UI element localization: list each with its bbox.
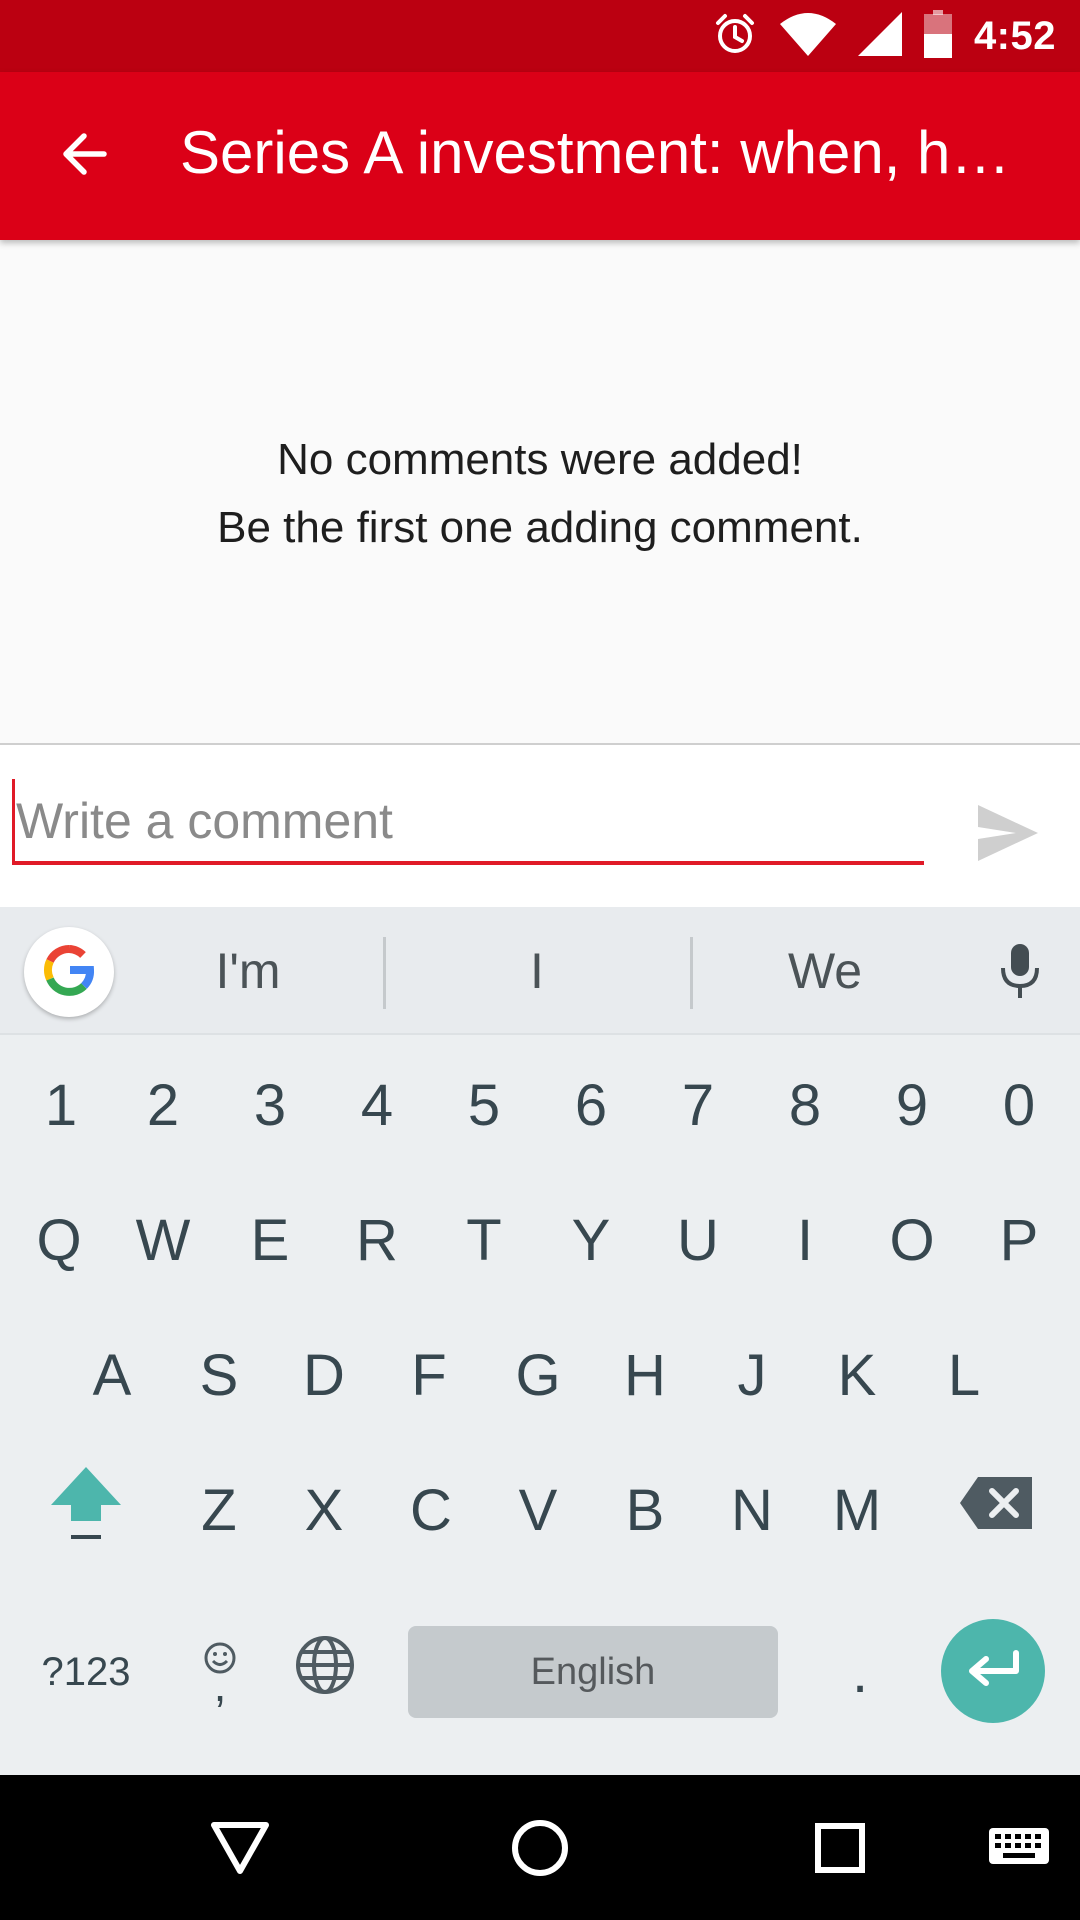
google-icon [42, 943, 96, 1002]
suggestion-strip: I'm I We [0, 907, 1080, 1035]
suggestion-1[interactable]: I'm [148, 935, 348, 1007]
key-b[interactable]: B [604, 1460, 686, 1560]
key-u[interactable]: U [657, 1190, 739, 1290]
comma-label: , [213, 1659, 227, 1711]
google-button[interactable] [24, 927, 114, 1017]
back-triangle-icon [210, 1821, 270, 1880]
key-c[interactable]: C [390, 1460, 472, 1560]
soft-keyboard: I'm I We 1 2 3 4 5 6 7 8 9 0 Q W E R T Y… [0, 907, 1080, 1775]
key-k[interactable]: K [816, 1325, 898, 1425]
nav-home-button[interactable] [495, 1805, 585, 1895]
navigation-bar [0, 1775, 1080, 1920]
key-4[interactable]: 4 [336, 1055, 418, 1155]
text-cursor [12, 779, 15, 861]
arrow-back-icon [58, 128, 110, 185]
key-7[interactable]: 7 [657, 1055, 739, 1155]
keyboard-icon [987, 1826, 1051, 1875]
key-q[interactable]: Q [18, 1190, 100, 1290]
key-8[interactable]: 8 [764, 1055, 846, 1155]
empty-state-line-1: No comments were added! [277, 435, 803, 484]
key-y[interactable]: Y [550, 1190, 632, 1290]
nav-recents-button[interactable] [795, 1805, 885, 1895]
home-circle-icon [510, 1818, 570, 1883]
wifi-icon [779, 12, 836, 61]
comma-key[interactable]: , [180, 1607, 260, 1723]
key-6[interactable]: 6 [550, 1055, 632, 1155]
voice-input-button[interactable] [990, 943, 1050, 1003]
suggestion-divider [690, 937, 693, 1009]
enter-key[interactable] [941, 1619, 1045, 1723]
language-key[interactable] [282, 1629, 368, 1715]
app-bar: Series A investment: when, how and why? [0, 72, 1080, 240]
symbols-key[interactable]: ?123 [28, 1626, 144, 1718]
comment-bar [0, 743, 1080, 907]
key-t[interactable]: T [443, 1190, 525, 1290]
key-0[interactable]: 0 [978, 1055, 1060, 1155]
battery-icon [923, 9, 952, 63]
back-button[interactable] [40, 112, 128, 200]
send-button[interactable] [966, 793, 1050, 877]
status-icons: 4:52 [712, 0, 1056, 72]
signal-icon [857, 11, 902, 61]
recents-square-icon [814, 1822, 866, 1879]
comment-input[interactable] [12, 781, 924, 865]
key-f[interactable]: F [388, 1325, 470, 1425]
key-p[interactable]: P [978, 1190, 1060, 1290]
suggestion-divider [383, 937, 386, 1009]
key-1[interactable]: 1 [20, 1055, 102, 1155]
send-icon [976, 803, 1040, 868]
key-5[interactable]: 5 [443, 1055, 525, 1155]
microphone-icon [998, 942, 1042, 1005]
shift-key[interactable] [40, 1460, 132, 1560]
emoji-icon [203, 1622, 237, 1674]
key-r[interactable]: R [336, 1190, 418, 1290]
key-x[interactable]: X [283, 1460, 365, 1560]
key-h[interactable]: H [604, 1325, 686, 1425]
suggestion-2[interactable]: I [437, 935, 637, 1007]
nav-keyboard-button[interactable] [974, 1805, 1064, 1895]
key-3[interactable]: 3 [229, 1055, 311, 1155]
key-9[interactable]: 9 [871, 1055, 953, 1155]
nav-back-button[interactable] [195, 1805, 285, 1895]
key-n[interactable]: N [711, 1460, 793, 1560]
key-e[interactable]: E [229, 1190, 311, 1290]
key-i[interactable]: I [764, 1190, 846, 1290]
page-title: Series A investment: when, how and why? [180, 119, 1040, 186]
key-2[interactable]: 2 [122, 1055, 204, 1155]
key-d[interactable]: D [283, 1325, 365, 1425]
key-g[interactable]: G [497, 1325, 579, 1425]
key-l[interactable]: L [923, 1325, 1005, 1425]
status-time: 4:52 [973, 13, 1056, 58]
suggestion-3[interactable]: We [725, 935, 925, 1007]
empty-state-line-2: Be the first one adding comment. [217, 503, 863, 552]
key-v[interactable]: V [497, 1460, 579, 1560]
status-bar: 4:52 [0, 0, 1080, 72]
alarm-icon [712, 11, 758, 62]
space-key[interactable]: English [408, 1626, 778, 1718]
globe-icon [294, 1634, 356, 1710]
backspace-key[interactable] [952, 1460, 1040, 1560]
key-o[interactable]: O [871, 1190, 953, 1290]
key-j[interactable]: J [711, 1325, 793, 1425]
backspace-icon [958, 1475, 1034, 1545]
key-z[interactable]: Z [178, 1460, 260, 1560]
key-s[interactable]: S [178, 1325, 260, 1425]
key-a[interactable]: A [71, 1325, 153, 1425]
enter-icon [964, 1649, 1022, 1694]
shift-icon [49, 1463, 123, 1557]
period-key[interactable]: . [820, 1626, 900, 1718]
empty-state-message: No comments were added! Be the first one… [0, 426, 1080, 562]
comments-list: No comments were added! Be the first one… [0, 240, 1080, 743]
key-w[interactable]: W [122, 1190, 204, 1290]
key-m[interactable]: M [816, 1460, 898, 1560]
